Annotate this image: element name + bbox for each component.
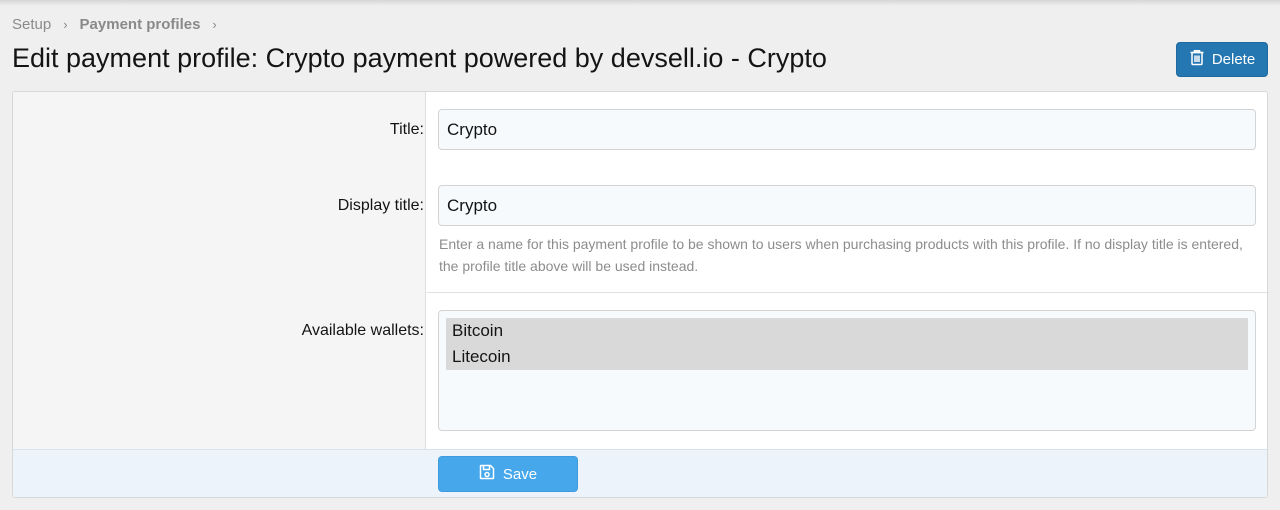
breadcrumb-chevron-icon: › — [212, 16, 217, 32]
delete-button[interactable]: Delete — [1176, 42, 1268, 77]
trash-icon — [1189, 49, 1205, 70]
label-column — [13, 92, 426, 449]
available-wallets-select[interactable]: Bitcoin Litecoin — [438, 310, 1256, 431]
save-button[interactable]: Save — [438, 456, 578, 492]
save-button-label: Save — [502, 465, 538, 483]
display-title-input[interactable]: Crypto — [438, 185, 1256, 226]
row-divider — [427, 292, 1267, 293]
title-input[interactable]: Crypto — [438, 109, 1256, 150]
breadcrumb-chevron-icon: › — [63, 16, 68, 32]
floppy-disk-icon — [479, 464, 495, 484]
available-wallets-label: Available wallets: — [301, 322, 424, 339]
submit-row: Save — [13, 449, 1267, 497]
delete-button-label: Delete — [1211, 51, 1256, 68]
display-title-label: Display title: — [337, 197, 424, 214]
breadcrumb-payment-profiles[interactable]: Payment profiles — [80, 16, 201, 33]
breadcrumb-setup[interactable]: Setup — [12, 16, 51, 33]
wallet-option-bitcoin[interactable]: Bitcoin — [446, 318, 1248, 344]
top-shadow — [0, 0, 1280, 6]
payment-profile-form: Title: Crypto Display title: Crypto Ente… — [12, 91, 1268, 498]
page-title: Edit payment profile: Crypto payment pow… — [12, 43, 827, 73]
wallet-option-litecoin[interactable]: Litecoin — [446, 344, 1248, 370]
breadcrumb: Setup › Payment profiles › — [12, 14, 229, 34]
display-title-explain: Enter a name for this payment profile to… — [439, 236, 1243, 274]
title-label: Title: — [389, 121, 424, 138]
